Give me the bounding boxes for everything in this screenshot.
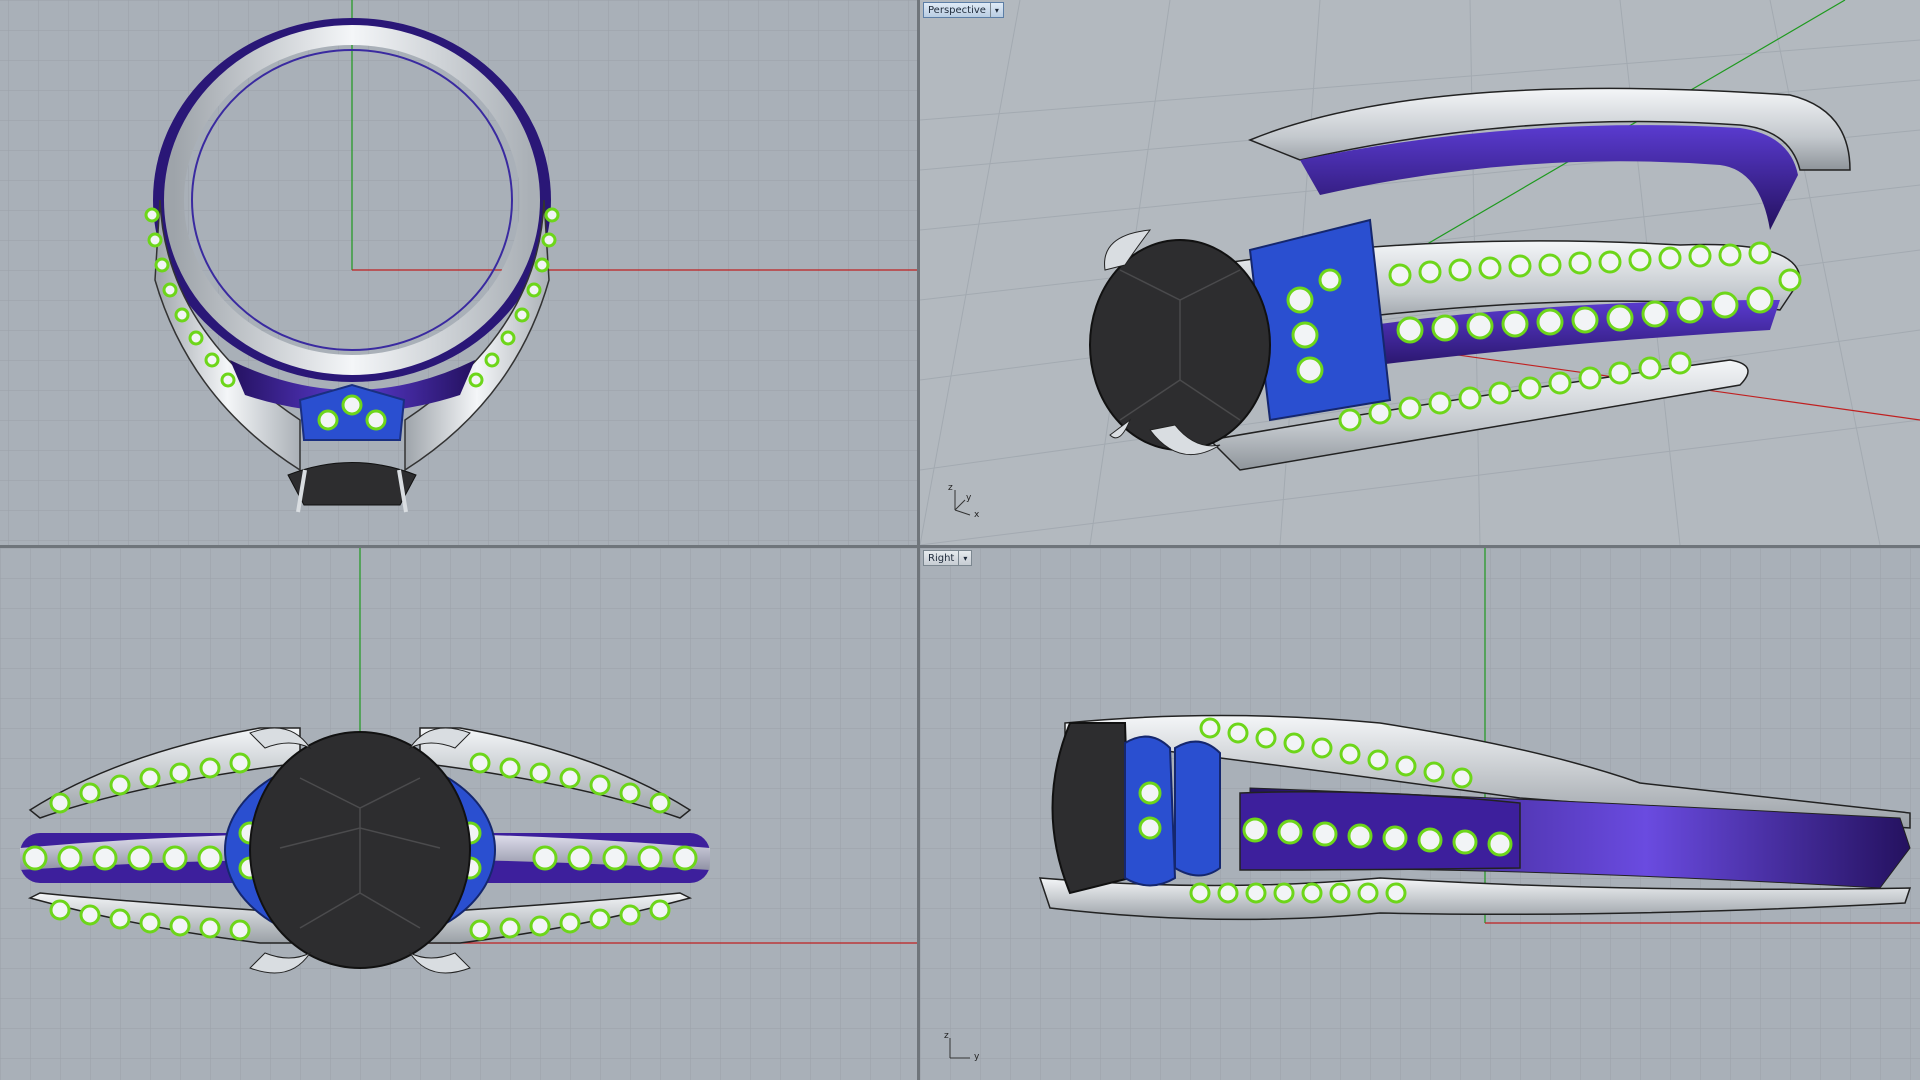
- axis-label-x: x: [974, 510, 980, 520]
- chevron-down-icon[interactable]: ▾: [958, 551, 971, 565]
- top-view-scene: [0, 548, 917, 1080]
- viewport-top[interactable]: [0, 548, 917, 1080]
- viewport-perspective[interactable]: Perspective ▾ z y x: [920, 0, 1920, 545]
- viewport-front[interactable]: [0, 0, 917, 545]
- axis-label-y: y: [974, 1052, 980, 1062]
- perspective-view-scene: [920, 0, 1920, 545]
- axis-label-y: y: [966, 493, 972, 503]
- axis-label-z: z: [948, 483, 953, 493]
- front-view-scene: [0, 0, 917, 545]
- right-label: Right: [928, 552, 955, 564]
- chevron-down-icon[interactable]: ▾: [989, 3, 1003, 17]
- right-viewport-tab[interactable]: Right ▾: [923, 550, 973, 566]
- viewport-right[interactable]: Right ▾ z y: [920, 548, 1920, 1080]
- axis-label-z: z: [944, 1031, 949, 1041]
- perspective-label: Perspective: [928, 4, 986, 16]
- perspective-viewport-tab[interactable]: Perspective ▾: [923, 2, 1004, 18]
- right-view-scene: [920, 548, 1920, 1080]
